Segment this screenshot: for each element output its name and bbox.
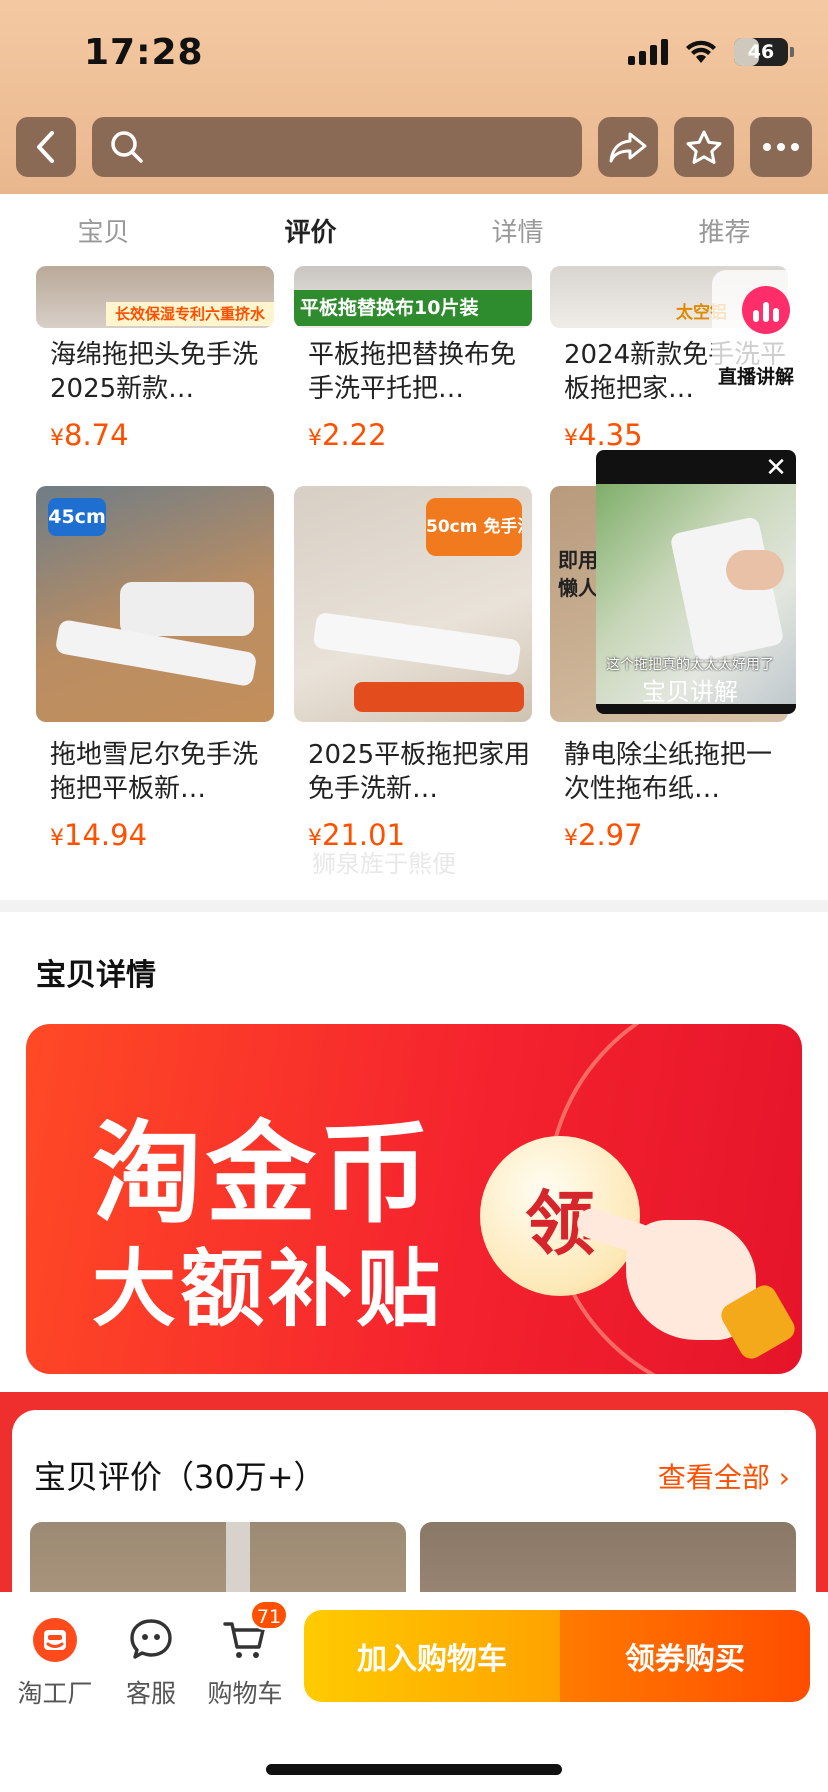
hand-graphic <box>726 550 784 590</box>
live-explain-badge[interactable]: 直播讲解 <box>712 270 816 404</box>
battery-icon: 46 <box>734 38 794 66</box>
currency-symbol: ¥ <box>308 426 322 451</box>
search-icon <box>111 131 143 163</box>
cart-button[interactable]: 71 购物车 <box>200 1600 290 1710</box>
video-label: 宝贝讲解 <box>642 678 738 706</box>
customer-service-label: 客服 <box>125 1679 176 1708</box>
product-image-caption: 即用 懒人 <box>558 548 598 600</box>
product-title: 2025平板拖把家用免手洗新… <box>308 740 531 804</box>
product-price: ¥2.22 <box>308 418 387 452</box>
mop-graphic <box>312 611 522 677</box>
view-all-reviews-link[interactable]: 查看全部 › <box>658 1456 790 1496</box>
customer-service-button[interactable]: 客服 <box>106 1614 196 1710</box>
product-image-caption: 45cm <box>48 498 106 536</box>
banner-line2: 大额补贴 <box>92 1240 445 1338</box>
price-value: 4.35 <box>578 418 643 452</box>
buy-with-coupon-button[interactable]: 领券购买 <box>560 1610 810 1702</box>
product-image-caption: 50cm 免手洗 抱刮擦一体 <box>426 498 522 556</box>
factory-button[interactable]: 淘工厂 <box>10 1614 100 1710</box>
product-price: ¥8.74 <box>50 418 129 452</box>
product-title: 海绵拖把头免手洗2025新款… <box>50 340 259 404</box>
product-title: 静电除尘纸拖把一次性拖布纸… <box>564 740 773 804</box>
currency-symbol: ¥ <box>564 826 578 851</box>
banner-line1: 淘金币 <box>92 1110 434 1238</box>
details-section: 宝贝详情 淘金币 大额补贴 领 <box>0 912 828 1392</box>
product-title: 拖地雪尼尔免手洗拖把平板新… <box>50 740 259 804</box>
close-icon[interactable]: ✕ <box>762 454 790 482</box>
live-icon <box>742 286 790 334</box>
share-icon <box>609 132 647 163</box>
details-title: 宝贝详情 <box>36 958 156 993</box>
more-icon <box>763 143 799 151</box>
live-explain-label: 直播讲解 <box>718 366 795 388</box>
video-subtitle: 这个拖把真的太太太好用了 <box>606 657 774 673</box>
battery-level: 46 <box>747 41 775 63</box>
product-image-caption: 长效保湿专利六重挤水 <box>106 302 274 326</box>
coin-subsidy-banner[interactable]: 淘金币 大额补贴 领 <box>26 1024 802 1374</box>
factory-label: 淘工厂 <box>17 1679 93 1708</box>
wifi-icon <box>686 40 716 63</box>
cart-label: 购物车 <box>207 1679 283 1708</box>
reviews-title: 宝贝评价（30万+） <box>34 1458 326 1496</box>
star-icon <box>686 130 722 164</box>
bottom-action-bar: 淘工厂 客服 71 购物车 加入购物车 领券购买 <box>0 1592 828 1792</box>
status-time: 17:28 <box>84 32 204 73</box>
product-title: 平板拖把替换布免手洗平托把… <box>308 340 517 404</box>
product-image: 45cm <box>36 486 274 722</box>
price-value: 2.97 <box>578 818 643 852</box>
status-icons: 46 <box>628 38 794 66</box>
promo-strip <box>354 682 524 712</box>
chat-face-icon <box>130 1619 172 1659</box>
tab-item[interactable]: 宝贝 <box>0 212 207 249</box>
product-image: 平板拖替换布10片装 <box>294 266 532 328</box>
add-to-cart-button[interactable]: 加入购物车 <box>304 1610 560 1702</box>
cart-count-badge: 71 <box>250 1600 288 1630</box>
tab-details[interactable]: 详情 <box>414 212 621 249</box>
price-value: 2.22 <box>322 418 387 452</box>
watermark-text: 狮泉旌于熊便 <box>312 850 456 878</box>
currency-symbol: ¥ <box>50 426 64 451</box>
back-button[interactable] <box>16 117 76 177</box>
currency-symbol: ¥ <box>564 426 578 451</box>
search-input[interactable] <box>92 117 582 177</box>
top-header: 17:28 46 <box>0 0 828 194</box>
product-price: ¥2.97 <box>564 818 643 852</box>
price-value: 14.94 <box>64 818 148 852</box>
section-tabs: 宝贝 评价 详情 推荐 <box>0 194 828 266</box>
product-image: 50cm 免手洗 抱刮擦一体 <box>294 486 532 722</box>
factory-icon <box>33 1618 77 1662</box>
more-button[interactable] <box>750 117 812 177</box>
tab-recommend[interactable]: 推荐 <box>621 212 828 249</box>
video-popup[interactable]: ✕ 这个拖把真的太太太好用了 宝贝讲解 <box>596 450 796 714</box>
product-image: 长效保湿专利六重挤水 <box>36 266 274 328</box>
chevron-left-icon <box>37 131 54 163</box>
tab-reviews[interactable]: 评价 <box>207 212 414 249</box>
bucket-graphic <box>120 582 254 636</box>
product-price: ¥14.94 <box>50 818 147 852</box>
currency-symbol: ¥ <box>50 826 64 851</box>
product-price: ¥4.35 <box>564 418 643 452</box>
price-value: 8.74 <box>64 418 129 452</box>
signal-icon <box>628 39 668 65</box>
product-image-caption: 平板拖替换布10片装 <box>294 290 532 326</box>
home-indicator <box>266 1764 562 1775</box>
share-button[interactable] <box>598 117 658 177</box>
reviews-wrapper: 宝贝评价（30万+） 查看全部 › <box>0 1392 828 1650</box>
favorite-button[interactable] <box>674 117 734 177</box>
